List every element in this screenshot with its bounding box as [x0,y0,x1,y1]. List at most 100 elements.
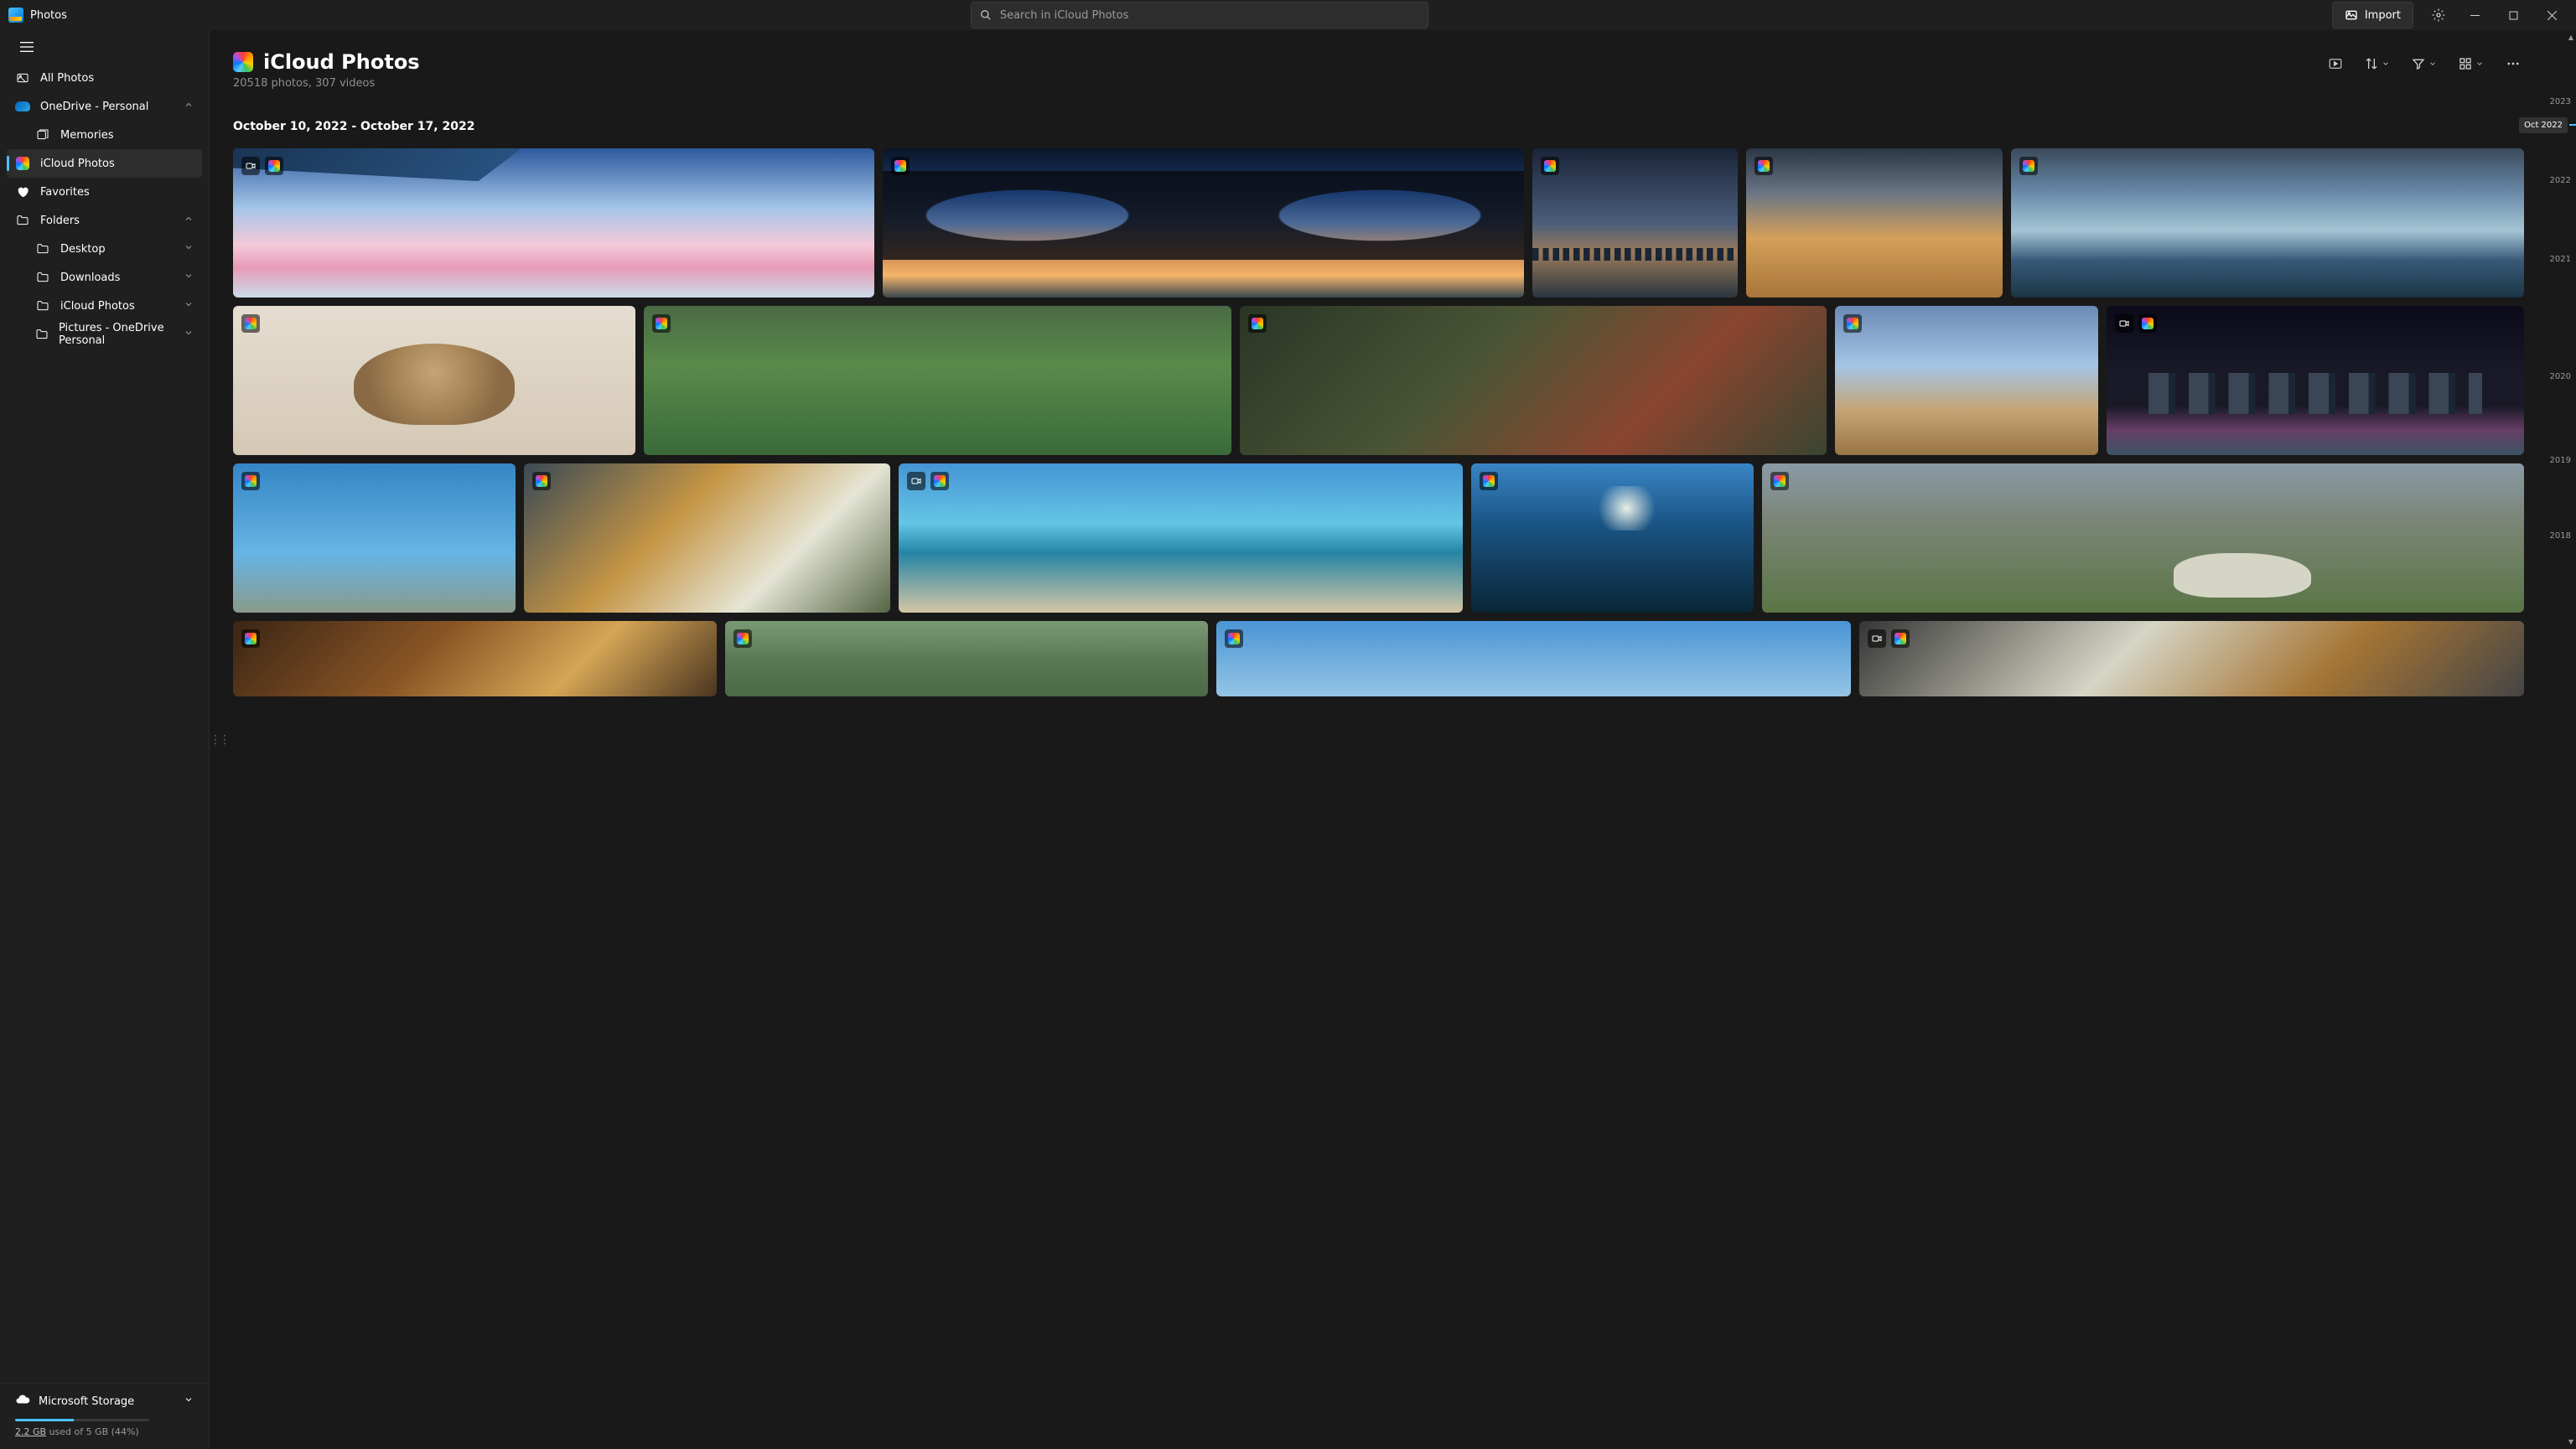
timeline-year[interactable]: 2023 [2550,97,2571,106]
slideshow-icon [2328,56,2343,71]
photo-thumbnail[interactable] [2107,306,2524,455]
icloud-badge-icon [241,314,260,333]
timeline-year[interactable]: 2020 [2550,372,2571,381]
search-input[interactable]: Search in iCloud Photos [971,2,1428,28]
more-button[interactable] [2502,50,2524,77]
chevron-down-icon [184,1395,194,1408]
photo-thumbnail[interactable] [725,621,1209,696]
photo-thumbnail[interactable] [233,621,717,696]
sidebar-item-label: All Photos [40,72,94,85]
photo-thumbnail[interactable] [233,306,635,455]
icloud-badge-icon [1248,314,1267,333]
icloud-badge-icon [265,157,283,175]
onedrive-icon [15,101,30,111]
sidebar: All Photos OneDrive - Personal Memories … [0,30,210,1449]
sidebar-item-icloud[interactable]: iCloud Photos [7,149,202,178]
filter-button[interactable] [2408,50,2440,77]
icloud-badge-icon [1754,157,1773,175]
timeline-year[interactable]: 2019 [2550,456,2571,465]
chevron-up-icon [184,214,194,227]
icloud-badge-icon [532,472,551,490]
photo-thumbnail[interactable] [1859,621,2524,696]
photo-thumbnail[interactable] [1762,463,2524,613]
icloud-badge-icon [1891,629,1910,648]
sidebar-item-folders[interactable]: Folders [7,206,202,235]
slideshow-button[interactable] [2325,50,2346,77]
app-title: Photos [30,9,67,22]
photo-thumbnail[interactable] [899,463,1463,613]
icloud-badge-icon [891,157,910,175]
maximize-button[interactable] [2494,0,2532,30]
chevron-down-icon [2382,60,2390,68]
heart-icon [15,185,30,199]
folder-icon [35,271,50,284]
folder-icon [35,242,50,256]
chevron-up-icon [184,100,194,113]
sort-button[interactable] [2361,50,2393,77]
close-icon [2547,11,2557,20]
storage-progress [15,1419,149,1421]
menu-toggle-button[interactable] [12,35,42,59]
cloud-icon [15,1392,30,1410]
chevron-down-icon [184,328,194,341]
sidebar-item-favorites[interactable]: Favorites [7,178,202,206]
filter-icon [2412,57,2425,70]
photo-thumbnail[interactable] [1532,148,1738,298]
sidebar-item-onedrive[interactable]: OneDrive - Personal [7,92,202,121]
chevron-down-icon [184,299,194,313]
icloud-badge-icon [930,472,949,490]
photo-thumbnail[interactable] [1471,463,1754,613]
timeline-year[interactable]: 2022 [2550,176,2571,185]
icloud-badge-icon [2138,314,2157,333]
scroll-down-icon[interactable]: ▼ [2568,1438,2573,1446]
timeline-year[interactable]: 2021 [2550,255,2571,264]
sidebar-item-label: Memories [60,129,114,142]
sidebar-item-memories[interactable]: Memories [7,121,202,149]
timeline-tooltip: Oct 2022 [2519,117,2568,133]
storage-used-link[interactable]: 2.2 GB [15,1426,46,1437]
video-badge-icon [2115,314,2133,333]
folder-icon [35,328,49,341]
more-icon [2506,56,2521,71]
close-button[interactable] [2532,0,2571,30]
settings-button[interactable] [2422,0,2455,30]
photo-thumbnail[interactable] [883,148,1524,298]
sidebar-item-downloads[interactable]: Downloads [7,263,202,292]
import-icon [2345,8,2358,22]
storage-panel[interactable]: Microsoft Storage 2.2 GB used of 5 GB (4… [0,1383,209,1449]
content-area: ⋮⋮ iCloud Photos 20518 photos, 307 video… [210,30,2576,1449]
view-button[interactable] [2455,50,2487,77]
sidebar-item-pictures[interactable]: Pictures - OneDrive Personal [7,320,202,349]
photo-thumbnail[interactable] [1216,621,1851,696]
photo-thumbnail[interactable] [644,306,1231,455]
photo-thumbnail[interactable] [233,148,874,298]
video-badge-icon [241,157,260,175]
sidebar-item-all-photos[interactable]: All Photos [7,64,202,92]
icloud-badge-icon [733,629,752,648]
chevron-down-icon [2428,60,2437,68]
sidebar-item-label: iCloud Photos [60,300,135,313]
timeline-year[interactable]: 2018 [2550,531,2571,541]
sidebar-item-label: Desktop [60,243,106,256]
photo-thumbnail[interactable] [233,463,516,613]
maximize-icon [2509,11,2518,20]
photo-thumbnail[interactable] [2011,148,2524,298]
page-subtitle: 20518 photos, 307 videos [233,77,420,90]
minimize-button[interactable] [2455,0,2494,30]
splitter-handle[interactable]: ⋮⋮ [210,733,228,747]
timeline-scrubber[interactable]: ▲ 2023 Oct 2022 2022 2021 2020 2019 2018… [2547,30,2576,1449]
icloud-badge-icon [1843,314,1862,333]
photo-thumbnail[interactable] [1835,306,2098,455]
sidebar-item-icloud-folder[interactable]: iCloud Photos [7,292,202,320]
photo-thumbnail[interactable] [1746,148,2003,298]
icloud-badge-icon [1225,629,1243,648]
sidebar-item-desktop[interactable]: Desktop [7,235,202,263]
photo-thumbnail[interactable] [1240,306,1827,455]
scroll-up-icon[interactable]: ▲ [2568,34,2573,41]
import-button[interactable]: Import [2332,2,2413,28]
photo-thumbnail[interactable] [524,463,891,613]
icloud-badge-icon [241,472,260,490]
icloud-photos-icon [233,52,253,72]
import-label: Import [2365,9,2401,22]
section-date-heading: October 10, 2022 - October 17, 2022 [233,120,2524,133]
